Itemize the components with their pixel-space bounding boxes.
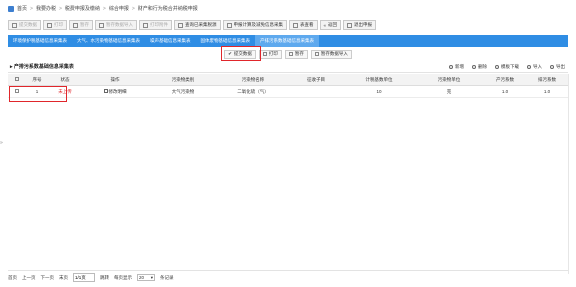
back-button[interactable]: «返回 — [319, 20, 342, 30]
jump-button[interactable]: 跳转 — [100, 275, 109, 281]
row-category: 大气污染物 — [148, 85, 218, 98]
column-header: 征收子目 — [288, 74, 344, 86]
highlight-submit-outline — [221, 46, 261, 61]
home-icon — [8, 5, 14, 12]
edit-icon — [226, 22, 232, 28]
view-table-button[interactable]: 表查看 — [289, 20, 318, 30]
breadcrumb-item[interactable]: 我要办税 — [36, 5, 56, 12]
breadcrumb: 首页 > 我要办税 > 税费申报及缴纳 > 综合申报 > 财产和行为税合并纳税申报 — [0, 0, 576, 17]
edit-detail-link[interactable]: 修改明细 — [82, 85, 148, 98]
last-page-link[interactable]: 末页 — [59, 275, 68, 281]
main-toolbar: 提交数据 打印 暂存 暂存数据导入 打印附件 查询已采集税源 申报计算及减免信息… — [8, 18, 568, 32]
import-button[interactable]: 导入 — [527, 64, 542, 70]
column-header: 计税基数单位 — [344, 74, 414, 86]
breadcrumb-item[interactable]: 税费申报及缴纳 — [65, 5, 100, 12]
query-tax-source-button[interactable]: 查询已采集税源 — [174, 20, 221, 30]
print-icon — [262, 52, 267, 56]
export-button[interactable]: 导出 — [550, 64, 565, 70]
edit-icon — [103, 89, 108, 94]
sidebar-toggle-icon[interactable]: » — [0, 140, 4, 148]
tab-air-water-pollutant[interactable]: 大气、水污染物基础信息采集表 — [72, 35, 145, 47]
column-header: 排污系数 — [526, 74, 568, 86]
import-form-draft-button[interactable]: 暂存数据导入 — [310, 49, 352, 59]
column-header: 污染物类别 — [148, 74, 218, 86]
add-button[interactable]: 新增 — [449, 64, 464, 70]
submit-icon — [12, 22, 17, 28]
submit-data-button[interactable]: 提交数据 — [8, 20, 41, 30]
save-icon — [288, 52, 293, 56]
breadcrumb-current: 财产和行为税合并纳税申报 — [137, 6, 198, 12]
table-header-row: 序号 状态 操作 污染物类别 污染物名称 征收子目 计税基数单位 污染物单位 产… — [8, 74, 568, 86]
column-header: 状态 — [48, 74, 82, 86]
section-header: ▸ 产排污系数基础信息采集表 新增 删除 模板下载 导入 导出 — [8, 61, 568, 73]
import-draft-button[interactable]: 暂存数据导入 — [95, 20, 137, 30]
download-icon — [495, 64, 499, 69]
row-pollutant-unit: 克 — [414, 85, 484, 98]
row-base-unit: 10 — [344, 85, 414, 98]
tab-env-tax-basic[interactable]: 环境保护税基础信息采集表 — [8, 35, 72, 47]
plus-icon — [449, 64, 453, 69]
row-pollutant-name: 二氧化硫（气） — [218, 85, 288, 98]
column-header: 污染物单位 — [414, 74, 484, 86]
exit-icon — [347, 22, 353, 28]
highlight-row-outline — [9, 86, 67, 102]
import-icon — [99, 22, 104, 28]
row-subitem — [288, 85, 344, 98]
save-icon — [73, 22, 78, 28]
search-icon — [178, 22, 183, 28]
print-icon — [47, 22, 52, 28]
save-draft-button[interactable]: 暂存 — [69, 20, 93, 30]
row-prod-coef: 1.0 — [484, 85, 526, 98]
coefficient-table: 序号 状态 操作 污染物类别 污染物名称 征收子目 计税基数单位 污染物单位 产… — [8, 74, 568, 98]
save-form-draft-button[interactable]: 暂存 — [284, 49, 308, 59]
breadcrumb-home[interactable]: 首页 — [17, 5, 27, 12]
double-chevron-left-icon: « — [323, 22, 327, 28]
column-header: 操作 — [82, 74, 148, 86]
print-icon — [143, 22, 148, 28]
pagination: 首页 上一页 下一页 末页 跳转 每页显示 20▾ 条记录 — [8, 270, 568, 282]
breadcrumb-item[interactable]: 综合申报 — [109, 5, 129, 12]
minus-icon — [472, 64, 476, 69]
section-title: ▸ 产排污系数基础信息采集表 — [10, 64, 74, 70]
table-row: 1 未上传 修改明细 大气污染物 二氧化硫（气） 10 克 1.0 1.0 — [8, 85, 568, 98]
delete-button[interactable]: 删除 — [472, 64, 487, 70]
divider — [568, 74, 569, 274]
form-actionbar: ✔ 提交数据 打印 暂存 暂存数据导入 — [8, 48, 568, 60]
per-page-select[interactable]: 20 ▾ — [137, 274, 155, 281]
search-icon — [293, 22, 298, 28]
tab-emission-coefficient[interactable]: 产排污系数基础信息采集表 — [255, 35, 319, 47]
tab-noise[interactable]: 噪声基础信息采集表 — [145, 35, 196, 47]
exit-declaration-button[interactable]: 退出申报 — [343, 20, 377, 30]
print-attachment-button[interactable]: 打印附件 — [139, 20, 172, 30]
page-number-input[interactable] — [73, 273, 95, 282]
template-download-button[interactable]: 模板下载 — [495, 64, 519, 70]
column-header: 序号 — [26, 74, 48, 86]
form-tabs: 环境保护税基础信息采集表 大气、水污染物基础信息采集表 噪声基础信息采集表 固体… — [8, 35, 568, 47]
column-header: 污染物名称 — [218, 74, 288, 86]
select-all-checkbox[interactable] — [8, 74, 26, 86]
import-icon — [314, 52, 319, 56]
print-form-button[interactable]: 打印 — [258, 49, 282, 59]
calc-relief-button[interactable]: 申报计算及减免信息采集 — [222, 20, 287, 30]
records-label: 条记录 — [160, 274, 174, 280]
next-page-link[interactable]: 下一页 — [41, 275, 55, 281]
print-button[interactable]: 打印 — [43, 20, 67, 30]
column-header: 产污系数 — [484, 74, 526, 86]
chevron-down-icon: ▾ — [150, 274, 153, 280]
export-icon — [550, 64, 554, 69]
per-page-label: 每页显示 — [114, 274, 132, 280]
row-emit-coef: 1.0 — [526, 85, 568, 98]
first-page-link[interactable]: 首页 — [8, 275, 17, 281]
prev-page-link[interactable]: 上一页 — [22, 275, 36, 281]
import-icon — [527, 64, 531, 69]
